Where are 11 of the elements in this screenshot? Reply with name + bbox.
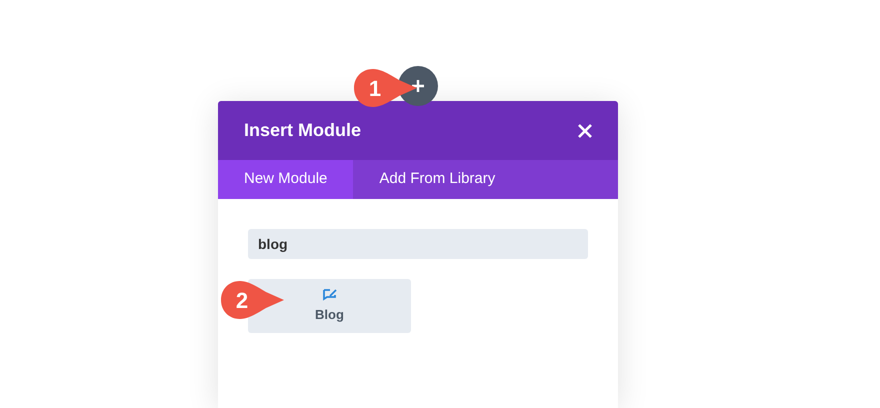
search-field[interactable]: blog — [248, 229, 588, 259]
modal-title: Insert Module — [244, 119, 362, 142]
chat-edit-icon — [322, 288, 338, 302]
plus-icon — [411, 79, 425, 93]
module-button[interactable]: Blog — [248, 279, 411, 333]
tab[interactable]: Add From Library — [353, 160, 522, 199]
close-icon[interactable] — [578, 124, 592, 138]
tab[interactable]: New Module — [218, 160, 354, 199]
step-callout: 1 — [353, 68, 419, 108]
search-input: blog — [258, 234, 578, 254]
step-callout: 2 — [220, 280, 286, 320]
